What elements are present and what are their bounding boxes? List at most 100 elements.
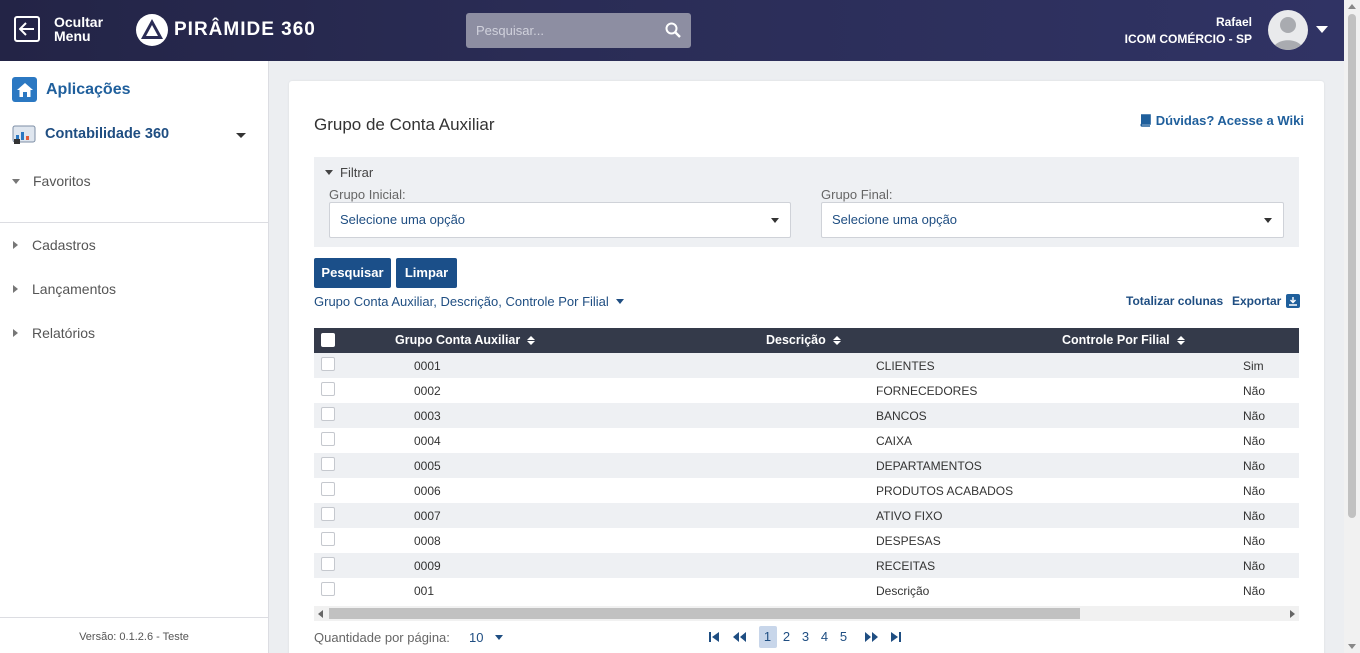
row-checkbox[interactable] <box>321 382 335 396</box>
row-checkbox[interactable] <box>321 582 335 596</box>
table-row[interactable]: 0005 DEPARTAMENTOS Não <box>314 453 1299 478</box>
table-row[interactable]: 0007 ATIVO FIXO Não <box>314 503 1299 528</box>
scrollbar-thumb[interactable] <box>329 608 1080 619</box>
sort-icon <box>1176 336 1185 345</box>
select-all-checkbox[interactable] <box>321 333 335 347</box>
brand-name: PIRÂMIDE 360 <box>174 19 316 40</box>
cell-descricao: RECEITAS <box>876 559 936 573</box>
per-page-label: Quantidade por página: <box>314 630 450 645</box>
cell-grupo: 0003 <box>414 409 441 423</box>
table-row[interactable]: 0009 RECEITAS Não <box>314 553 1299 578</box>
cell-descricao: FORNECEDORES <box>876 384 978 398</box>
cell-grupo: 0004 <box>414 434 441 448</box>
filter-toggle-label: Filtrar <box>340 165 374 180</box>
sidebar-item-favorites[interactable]: Favoritos <box>12 173 91 189</box>
row-checkbox[interactable] <box>321 557 335 571</box>
search-icon[interactable] <box>665 22 681 43</box>
cell-grupo: 0007 <box>414 509 441 523</box>
table-row[interactable]: 0004 CAIXA Não <box>314 428 1299 453</box>
column-header-controle[interactable]: Controle Por Filial <box>1062 328 1185 353</box>
page-number[interactable]: 4 <box>816 626 834 648</box>
home-icon <box>12 77 37 102</box>
cell-grupo: 001 <box>414 584 435 598</box>
user-menu-chevron-down-icon[interactable] <box>1316 26 1328 33</box>
caret-right-icon <box>13 285 18 293</box>
module-selector[interactable]: Contabilidade 360 <box>12 123 252 145</box>
table-row[interactable]: 001 Descrição Não <box>314 578 1299 603</box>
vertical-scrollbar[interactable] <box>1344 0 1360 653</box>
column-header-grupo[interactable]: Grupo Conta Auxiliar <box>395 328 536 353</box>
scroll-down-icon[interactable] <box>1348 644 1356 649</box>
row-checkbox[interactable] <box>321 532 335 546</box>
scroll-up-icon[interactable] <box>1348 4 1356 9</box>
data-table: Grupo Conta Auxiliar Descrição Controle … <box>314 328 1299 622</box>
column-header-descricao[interactable]: Descrição <box>766 328 841 353</box>
row-checkbox[interactable] <box>321 357 335 371</box>
next-page-icon[interactable] <box>865 631 878 642</box>
cell-grupo: 0006 <box>414 484 441 498</box>
chevron-down-icon <box>236 133 246 138</box>
columns-selector[interactable]: Grupo Conta Auxiliar, Descrição, Control… <box>314 294 624 309</box>
table-row[interactable]: 0001 CLIENTES Sim <box>314 353 1299 378</box>
row-checkbox[interactable] <box>321 432 335 446</box>
per-page-select[interactable]: 10 <box>469 630 504 645</box>
wiki-link[interactable]: Dúvidas? Acesse a Wiki <box>1139 113 1304 128</box>
table-row[interactable]: 0003 BANCOS Não <box>314 403 1299 428</box>
cell-descricao: ATIVO FIXO <box>876 509 943 523</box>
page-number[interactable]: 1 <box>758 625 777 648</box>
scroll-left-icon[interactable] <box>318 610 323 618</box>
first-page-icon[interactable] <box>709 631 719 642</box>
start-group-label: Grupo Inicial: <box>329 187 406 202</box>
cell-grupo: 0005 <box>414 459 441 473</box>
cell-grupo: 0009 <box>414 559 441 573</box>
horizontal-scrollbar[interactable] <box>314 606 1299 621</box>
sidebar-item-label: Aplicações <box>46 80 131 98</box>
last-page-icon[interactable] <box>891 631 901 642</box>
hide-menu-button[interactable]: Ocultar Menu <box>14 15 104 43</box>
book-icon <box>1140 114 1151 127</box>
end-group-label: Grupo Final: <box>821 187 893 202</box>
cell-descricao: CLIENTES <box>876 359 935 373</box>
top-header: Ocultar Menu PIRÂMIDE 360 Rafael ICOM CO… <box>0 0 1344 61</box>
accounting-module-icon <box>12 125 36 144</box>
cell-controle: Não <box>1243 509 1266 523</box>
sidebar-item-applications[interactable]: Aplicações <box>12 77 130 102</box>
page-number[interactable]: 2 <box>778 626 796 648</box>
row-checkbox[interactable] <box>321 482 335 496</box>
page-number[interactable]: 3 <box>797 626 815 648</box>
cell-controle: Não <box>1243 534 1266 548</box>
sidebar-item-lancamentos[interactable]: Lançamentos <box>13 281 116 297</box>
pagination: 1 2 3 4 5 <box>709 625 901 648</box>
export-button[interactable]: Exportar <box>1232 294 1301 308</box>
search-button[interactable]: Pesquisar <box>314 258 391 288</box>
row-checkbox[interactable] <box>321 407 335 421</box>
columns-selector-label: Grupo Conta Auxiliar, Descrição, Control… <box>314 294 609 309</box>
table-row[interactable]: 0002 FORNECEDORES Não <box>314 378 1299 403</box>
table-row[interactable]: 0006 PRODUTOS ACABADOS Não <box>314 478 1299 503</box>
filter-panel: Filtrar Grupo Inicial: Selecione uma opç… <box>314 157 1299 247</box>
sort-icon <box>832 336 841 345</box>
end-group-select[interactable]: Selecione uma opção <box>821 202 1284 238</box>
scrollbar-thumb[interactable] <box>1348 14 1356 518</box>
totalize-columns-link[interactable]: Totalizar colunas <box>1126 294 1223 308</box>
sidebar-item-relatorios[interactable]: Relatórios <box>13 325 95 341</box>
previous-page-icon[interactable] <box>733 631 746 642</box>
scroll-right-icon[interactable] <box>1290 610 1295 618</box>
start-group-select[interactable]: Selecione uma opção <box>329 202 791 238</box>
filter-toggle[interactable]: Filtrar <box>325 165 373 180</box>
page-number[interactable]: 5 <box>835 626 853 648</box>
chevron-down-icon <box>771 218 779 223</box>
table-row[interactable]: 0008 DESPESAS Não <box>314 528 1299 553</box>
cell-descricao: BANCOS <box>876 409 927 423</box>
search-input[interactable] <box>466 13 656 48</box>
user-info[interactable]: Rafael ICOM COMÉRCIO - SP <box>1125 14 1252 48</box>
row-checkbox[interactable] <box>321 457 335 471</box>
version-label: Versão: 0.1.2.6 - Teste <box>0 617 268 653</box>
cell-descricao: PRODUTOS ACABADOS <box>876 484 1014 498</box>
sidebar-item-cadastros[interactable]: Cadastros <box>13 237 96 253</box>
cell-grupo: 0001 <box>414 359 441 373</box>
row-checkbox[interactable] <box>321 507 335 521</box>
avatar[interactable] <box>1268 10 1308 50</box>
per-page-value: 10 <box>469 630 484 645</box>
clear-button[interactable]: Limpar <box>396 258 457 288</box>
